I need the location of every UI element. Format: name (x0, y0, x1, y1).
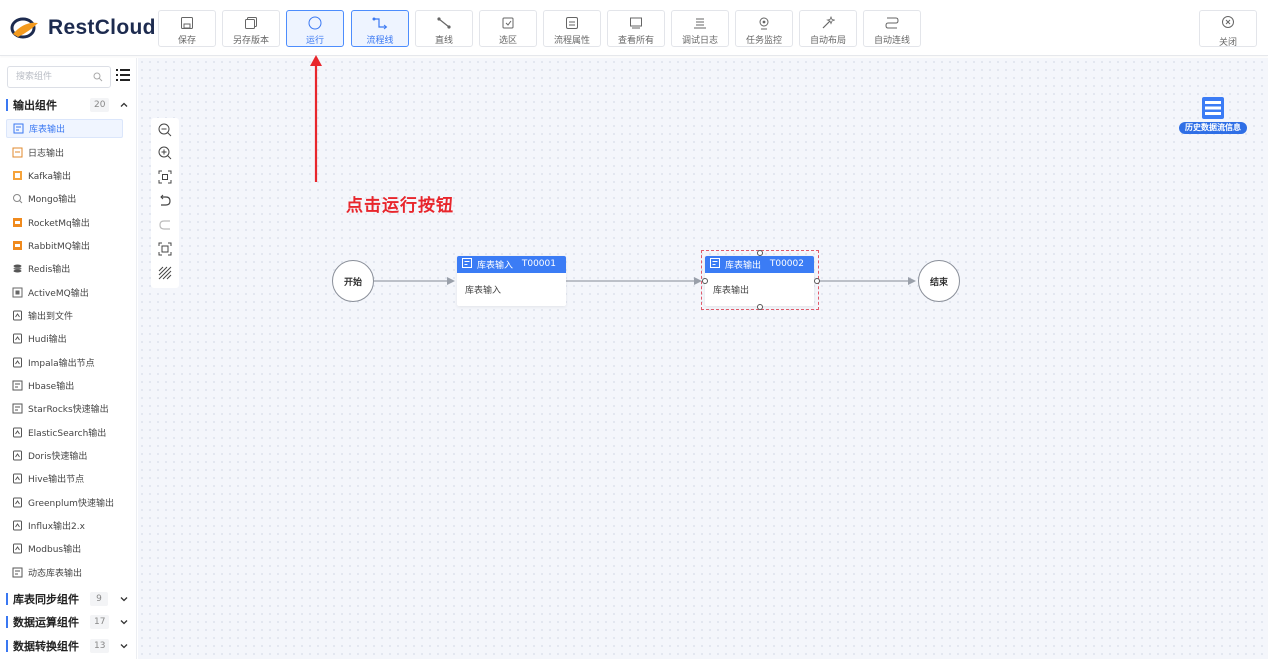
connection-handle-bottom[interactable] (757, 304, 763, 310)
history-dataflow-label: 历史数据流信息 (1179, 122, 1247, 134)
history-dataflow-button[interactable]: 历史数据流信息 (1179, 96, 1247, 136)
start-node-label: 开始 (343, 277, 362, 288)
task-node-code: T00001 (521, 259, 556, 269)
task-node-code: T00002 (769, 259, 804, 269)
task-node-header: 库表输出 T00002 (705, 256, 814, 273)
arrow-head (908, 277, 916, 285)
connection-handle-right[interactable] (814, 278, 820, 284)
connection-handle-left[interactable] (702, 278, 708, 284)
table-output-icon (710, 258, 720, 271)
task-node-body: 库表输出 (713, 286, 750, 296)
task-node-body: 库表输入 (465, 286, 502, 296)
server-stack-icon (1201, 96, 1225, 123)
start-node[interactable]: 开始 (332, 260, 374, 302)
connection-handle-top[interactable] (757, 250, 763, 256)
annotation-text: 点击运行按钮 (346, 196, 454, 216)
annotation-arrow-head (310, 55, 322, 66)
table-input-icon (462, 258, 472, 271)
end-node-label: 结束 (929, 277, 948, 288)
task-node-table-output[interactable]: 库表输出 T00002 库表输出 (705, 256, 814, 306)
end-node[interactable]: 结束 (918, 260, 960, 302)
flow-connections (310, 55, 916, 285)
task-node-header: 库表输入 T00001 (457, 256, 566, 273)
arrow-head (447, 277, 455, 285)
task-node-title: 库表输出 (725, 261, 762, 271)
task-node-table-input[interactable]: 库表输入 T00001 库表输入 (457, 256, 566, 306)
task-node-title: 库表输入 (477, 261, 514, 271)
